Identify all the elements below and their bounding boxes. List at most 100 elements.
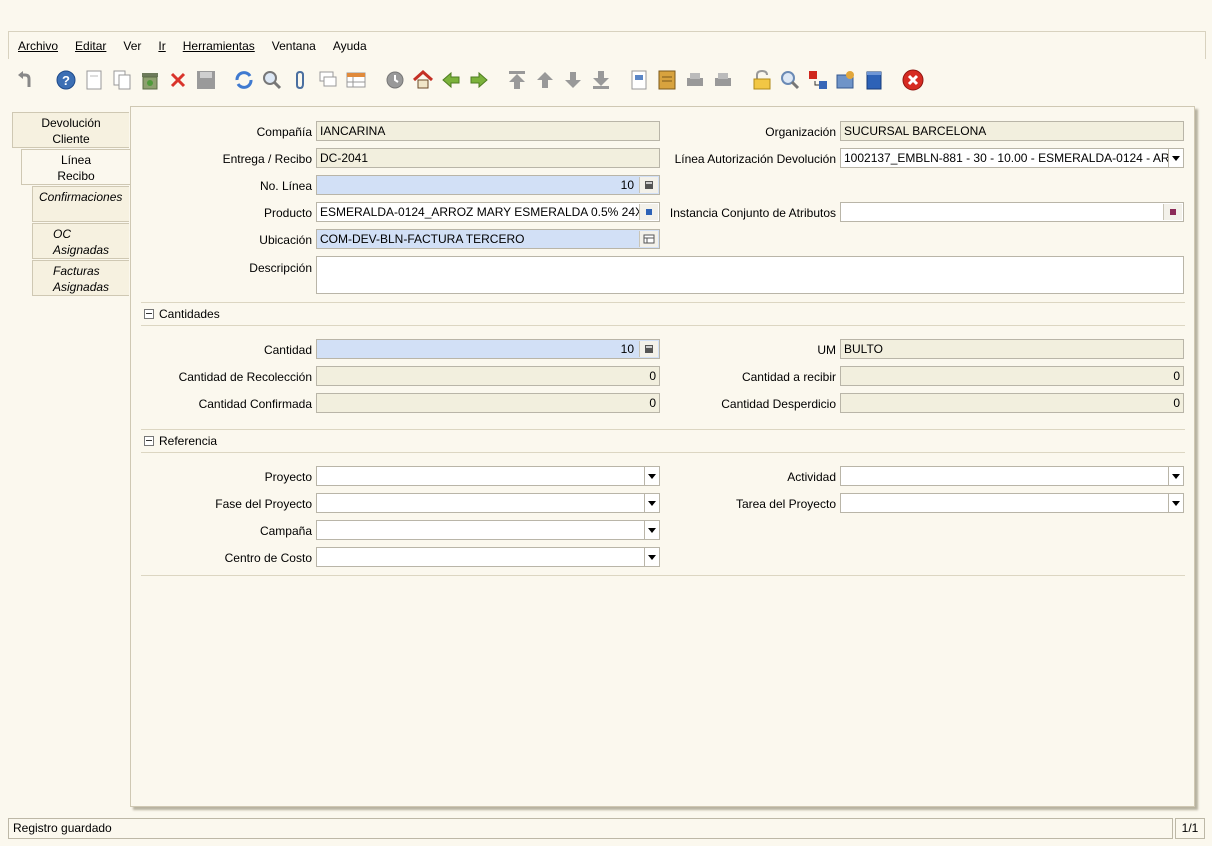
menu-ir[interactable]: Ir [158, 39, 165, 53]
last-record-icon[interactable] [589, 67, 613, 93]
referencia-section: Referencia [141, 429, 1185, 453]
record-panel: Compañía IANCARINA Organización SUCURSAL… [130, 106, 1195, 807]
chevron-down-icon[interactable] [1168, 494, 1183, 512]
no-linea-label: No. Línea [259, 179, 312, 193]
cantidades-title: Cantidades [159, 307, 220, 321]
menu-ver[interactable]: Ver [123, 39, 141, 53]
tab-confirmaciones[interactable]: Confirmaciones [32, 186, 129, 222]
parent-icon[interactable] [439, 67, 463, 93]
chevron-down-icon[interactable] [644, 521, 659, 539]
campana-select[interactable] [316, 520, 660, 540]
organizacion-field[interactable]: SUCURSAL BARCELONA [840, 121, 1184, 141]
referencia-title: Referencia [159, 434, 218, 448]
tab-devolucion-cliente[interactable]: Devolución Cliente [12, 112, 129, 148]
find-icon[interactable] [260, 67, 284, 93]
first-record-icon[interactable] [505, 67, 529, 93]
chevron-down-icon[interactable] [644, 467, 659, 485]
menu-archivo[interactable]: Archivo [18, 39, 58, 53]
fase-select[interactable] [316, 493, 660, 513]
menu-ventana[interactable]: Ventana [272, 39, 316, 53]
collapse-icon[interactable] [144, 436, 154, 446]
cantidades-header[interactable]: Cantidades [144, 307, 220, 321]
home-icon[interactable] [411, 67, 435, 93]
instancia-field[interactable] [840, 202, 1184, 222]
desperdicio-label: Cantidad Desperdicio [721, 397, 836, 411]
chat-icon[interactable] [316, 67, 340, 93]
entrega-label: Entrega / Recibo [222, 152, 312, 166]
chevron-down-icon[interactable] [1168, 467, 1183, 485]
confirmada-field[interactable]: 0 [316, 393, 660, 413]
history-icon[interactable] [383, 67, 407, 93]
producto-field[interactable]: ESMERALDA-0124_ARROZ MARY ESMERALDA 0.5%… [316, 202, 660, 222]
descripcion-field[interactable] [316, 256, 1184, 294]
new-icon[interactable] [82, 67, 106, 93]
entrega-field[interactable]: DC-2041 [316, 148, 660, 168]
grid-toggle-icon[interactable] [344, 67, 368, 93]
help-icon[interactable]: ? [54, 67, 78, 93]
chevron-down-icon[interactable] [1168, 149, 1183, 167]
previous-record-icon[interactable] [533, 67, 557, 93]
recoleccion-field[interactable]: 0 [316, 366, 660, 386]
tab-linea-recibo[interactable]: Línea Recibo [21, 149, 130, 185]
undo-icon[interactable] [14, 67, 38, 93]
copy-icon[interactable] [110, 67, 134, 93]
request-icon[interactable] [806, 67, 830, 93]
linea-aut-value: 1002137_EMBLN-881 - 30 - 10.00 - ESMERAL… [844, 151, 1170, 165]
attachment-icon[interactable] [288, 67, 312, 93]
a-recibir-label: Cantidad a recibir [741, 370, 836, 384]
record-counter[interactable]: 1/1 [1175, 818, 1205, 839]
proyecto-select[interactable] [316, 466, 660, 486]
delete-icon[interactable] [138, 67, 162, 93]
compania-field[interactable]: IANCARINA [316, 121, 660, 141]
no-linea-field[interactable]: 10 [316, 175, 660, 195]
linea-aut-select[interactable]: 1002137_EMBLN-881 - 30 - 10.00 - ESMERAL… [840, 148, 1184, 168]
status-message: Registro guardado [13, 821, 112, 835]
zoom-across-icon[interactable] [778, 67, 802, 93]
chevron-down-icon[interactable] [644, 494, 659, 512]
menu-editar[interactable]: Editar [75, 39, 106, 53]
compania-label: Compañía [256, 125, 312, 139]
status-bar: Registro guardado [8, 818, 1173, 839]
cantidad-label: Cantidad [263, 343, 312, 357]
print-icon[interactable] [711, 67, 735, 93]
svg-text:?: ? [62, 73, 70, 88]
tab-facturas-asignadas[interactable]: Facturas Asignadas [32, 260, 129, 296]
detail-icon[interactable] [467, 67, 491, 93]
workflow-icon[interactable] [862, 67, 886, 93]
save-icon[interactable] [194, 67, 218, 93]
actividad-label: Actividad [787, 470, 836, 484]
delete-selection-icon[interactable] [166, 67, 190, 93]
organizacion-label: Organización [765, 125, 836, 139]
report-icon[interactable] [627, 67, 651, 93]
referencia-header[interactable]: Referencia [144, 434, 217, 448]
refresh-icon[interactable] [232, 67, 256, 93]
recoleccion-label: Cantidad de Recolección [178, 370, 312, 384]
confirmada-label: Cantidad Confirmada [198, 397, 312, 411]
actividad-select[interactable] [840, 466, 1184, 486]
lock-icon[interactable] [750, 67, 774, 93]
um-field[interactable]: BULTO [840, 339, 1184, 359]
collapse-icon[interactable] [144, 309, 154, 319]
ubicacion-field[interactable]: COM-DEV-BLN-FACTURA TERCERO [316, 229, 660, 249]
archived-icon[interactable] [655, 67, 679, 93]
chevron-down-icon[interactable] [644, 548, 659, 566]
linea-aut-label: Línea Autorización Devolución [674, 152, 836, 166]
attribute-icon[interactable] [1163, 204, 1182, 220]
calculator-icon[interactable] [639, 177, 658, 193]
tab-oc-asignadas[interactable]: OC Asignadas [32, 223, 129, 259]
menu-ayuda[interactable]: Ayuda [333, 39, 367, 53]
menu-herramientas[interactable]: Herramientas [183, 39, 255, 53]
locator-icon[interactable] [639, 231, 658, 247]
next-record-icon[interactable] [561, 67, 585, 93]
proyecto-label: Proyecto [264, 470, 312, 484]
a-recibir-field[interactable]: 0 [840, 366, 1184, 386]
tarea-select[interactable] [840, 493, 1184, 513]
exit-icon[interactable] [901, 67, 925, 93]
print-preview-icon[interactable] [683, 67, 707, 93]
cantidad-field[interactable]: 10 [316, 339, 660, 359]
producto-value: ESMERALDA-0124_ARROZ MARY ESMERALDA 0.5%… [320, 205, 644, 219]
calculator-icon[interactable] [639, 341, 658, 357]
desperdicio-field[interactable]: 0 [840, 393, 1184, 413]
centro-select[interactable] [316, 547, 660, 567]
product-info-icon[interactable] [834, 67, 858, 93]
